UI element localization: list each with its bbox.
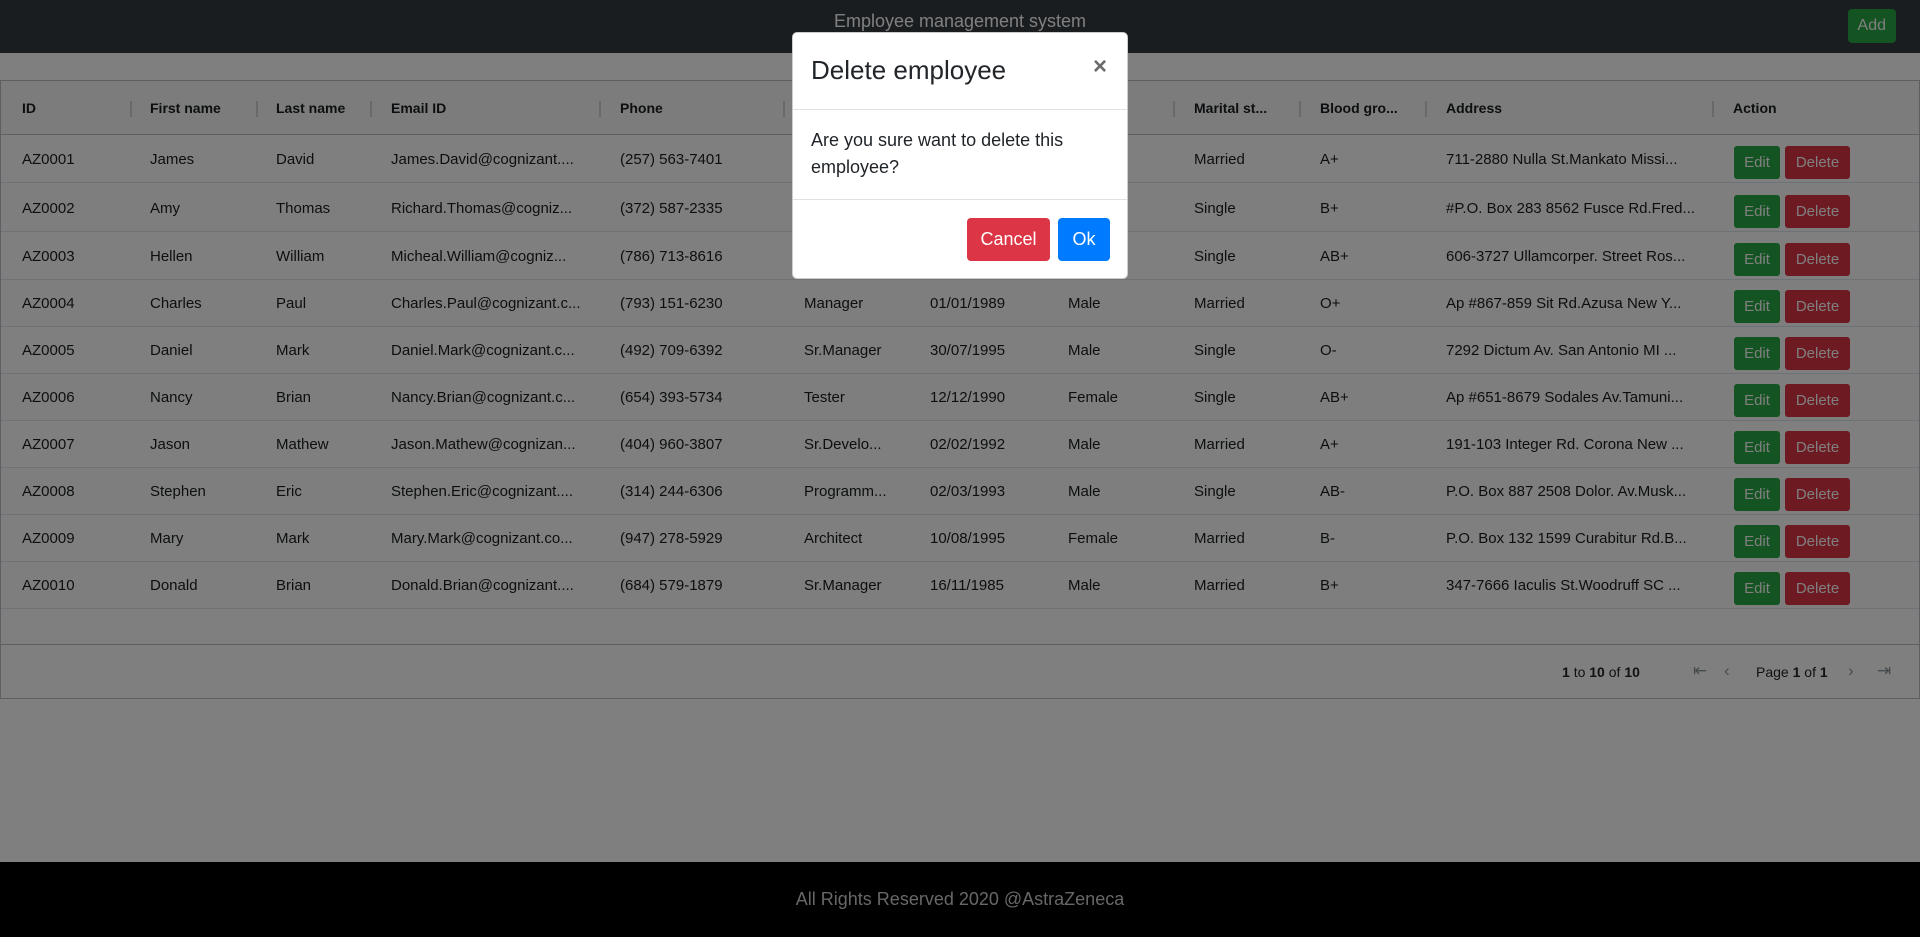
modal-footer: Cancel Ok: [793, 199, 1127, 279]
ok-button[interactable]: Ok: [1058, 218, 1110, 261]
modal-message: Are you sure want to delete this employe…: [811, 130, 1064, 177]
close-icon[interactable]: ×: [1093, 53, 1107, 81]
delete-employee-dialog: Delete employee × Are you sure want to d…: [792, 32, 1128, 279]
modal-title: Delete employee: [811, 55, 1007, 85]
cancel-button[interactable]: Cancel: [967, 218, 1050, 261]
modal-header: Delete employee ×: [793, 33, 1127, 110]
